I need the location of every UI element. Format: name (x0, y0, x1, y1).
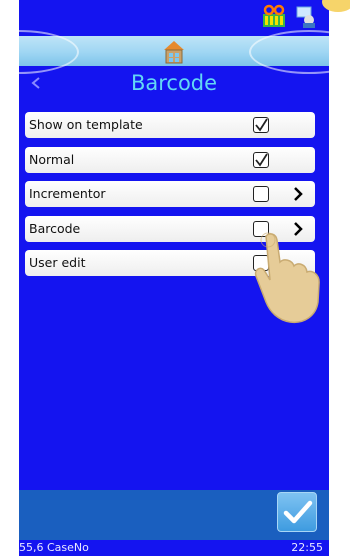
page-title: Barcode (130, 71, 218, 95)
title-row: Barcode (19, 68, 329, 102)
user-edit-checkbox[interactable] (253, 255, 269, 271)
top-status-bar (19, 0, 329, 36)
option-row-user-edit[interactable]: User edit (25, 250, 315, 276)
confirm-button[interactable] (277, 492, 317, 532)
checkmark-icon (283, 500, 313, 524)
incrementor-checkbox[interactable] (253, 186, 269, 202)
status-clock: 22:55 (291, 541, 323, 554)
normal-checkbox[interactable] (253, 151, 269, 168)
status-info: 55,6 CaseNo (19, 541, 89, 554)
option-label: User edit (29, 255, 86, 270)
option-label: Show on template (29, 117, 143, 132)
option-row-barcode[interactable]: Barcode (25, 215, 315, 242)
show-on-template-checkbox[interactable] (253, 117, 269, 133)
device-screen: Barcode Show on template Normal Incremen… (19, 0, 329, 556)
home-icon[interactable] (163, 40, 185, 64)
option-label: Incrementor (29, 186, 106, 201)
chevron-right-icon[interactable] (293, 221, 303, 236)
option-row-normal[interactable]: Normal (25, 146, 315, 173)
option-label: Normal (29, 151, 75, 167)
ribbon-cassette-icon (263, 4, 285, 27)
option-row-incrementor[interactable]: Incrementor (25, 181, 315, 207)
barcode-checkbox[interactable] (253, 220, 269, 237)
chevron-right-icon[interactable] (293, 187, 303, 201)
decorative-corner-icon (322, 0, 350, 12)
options-list: Show on template Normal Incrementor Barc… (25, 112, 315, 285)
option-row-show-on-template[interactable]: Show on template (25, 112, 315, 138)
bottom-status-bar: 55,6 CaseNo 22:55 (19, 540, 329, 556)
option-label: Barcode (29, 220, 81, 236)
network-user-icon (296, 6, 315, 28)
